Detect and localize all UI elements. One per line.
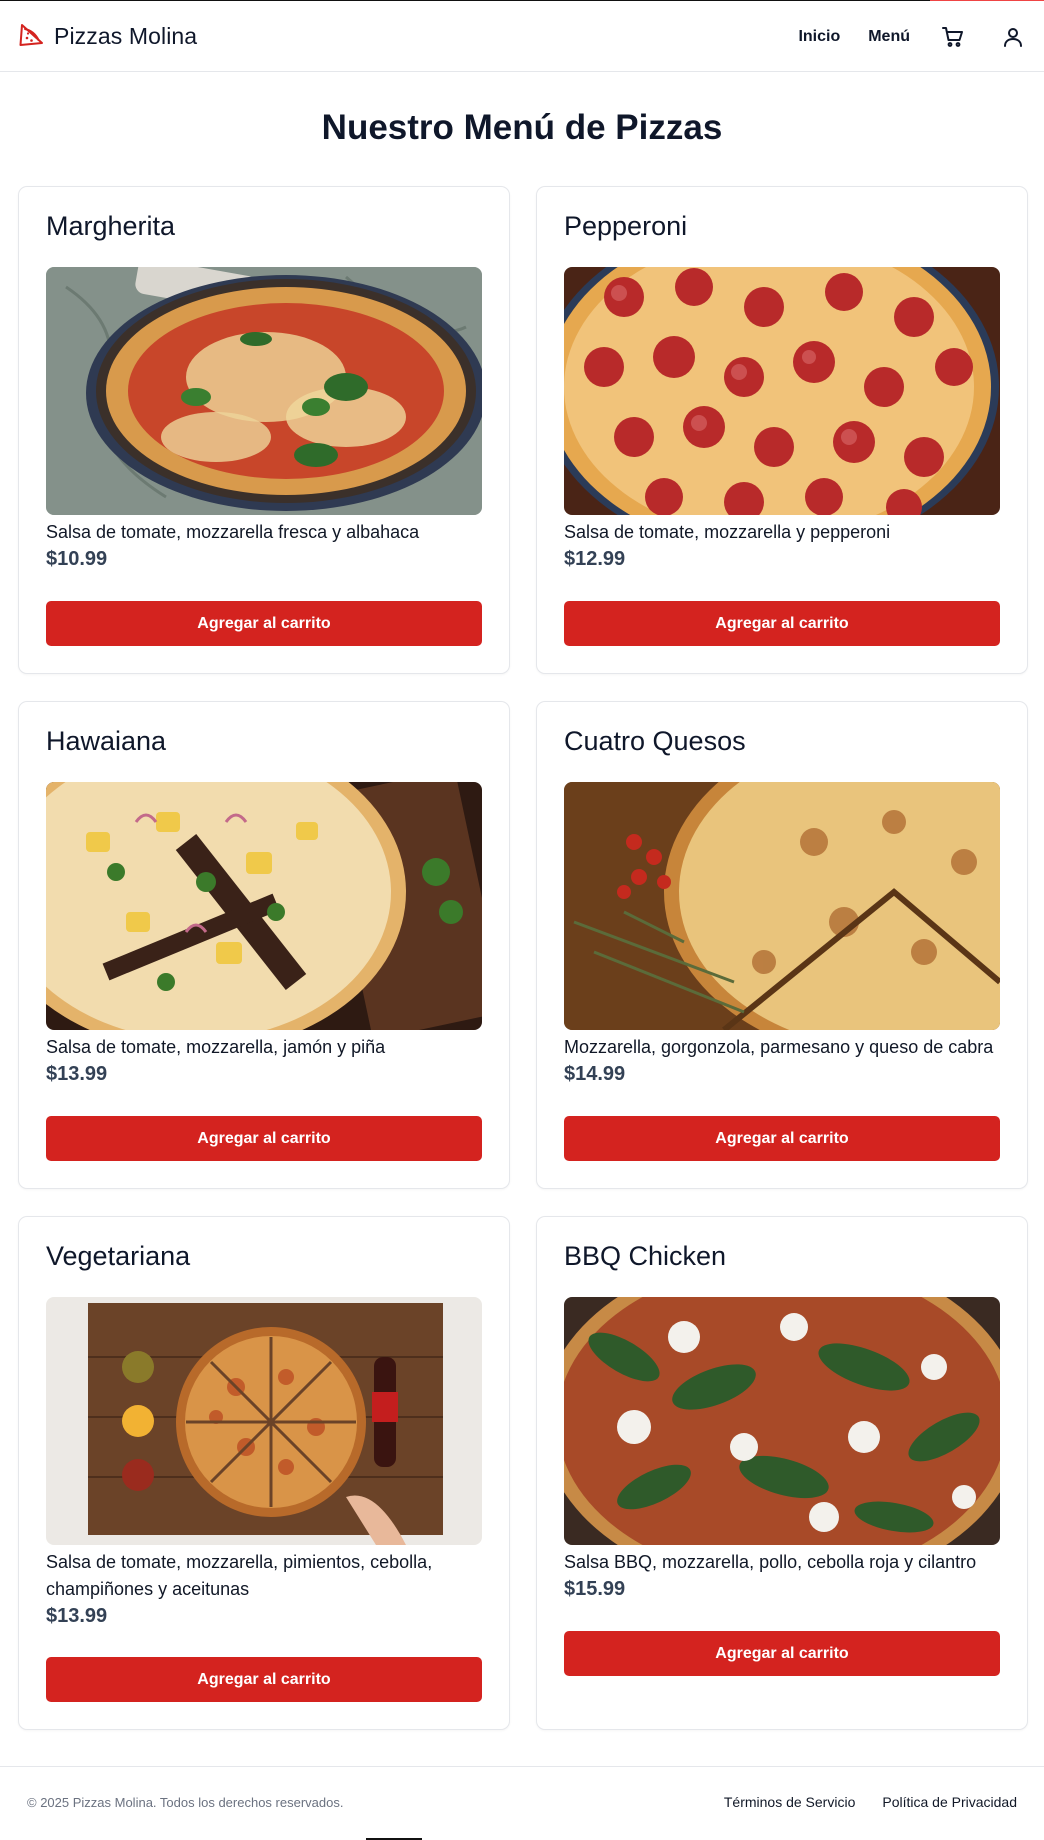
add-to-cart-button[interactable]: Agregar al carrito xyxy=(564,601,1000,646)
product-description: Mozzarella, gorgonzola, parmesano y ques… xyxy=(564,1037,994,1057)
product-card-pepperoni: Pepperoni Salsa de tomate, mozzarella y … xyxy=(536,186,1028,674)
add-to-cart-button[interactable]: Agregar al carrito xyxy=(564,1631,1000,1676)
product-description: Salsa de tomate, mozzarella, pimientos, … xyxy=(46,1552,433,1599)
product-image-vegetariana xyxy=(46,1297,482,1545)
product-description: Salsa BBQ, mozzarella, pollo, cebolla ro… xyxy=(564,1552,977,1572)
product-image-bbq-chicken xyxy=(564,1297,1000,1545)
product-card-bbq-chicken: BBQ Chicken Salsa BBQ, mozzarella, pollo… xyxy=(536,1216,1028,1730)
footer-links: Términos de Servicio Política de Privaci… xyxy=(724,1794,1017,1810)
navbar: Pizzas Molina Inicio Menú xyxy=(0,1,1044,72)
user-button[interactable] xyxy=(996,21,1030,53)
product-description: Salsa de tomate, mozzarella y pepperoni xyxy=(564,522,891,542)
product-card-vegetariana: Vegetariana Salsa de tomate, mozzarella,… xyxy=(18,1216,510,1730)
nav-links: Inicio Menú xyxy=(770,21,1030,53)
brand-name: Pizzas Molina xyxy=(54,23,198,49)
product-card-cuatro-quesos: Cuatro Quesos Mozzarella, gorgonzola, pa… xyxy=(536,701,1028,1189)
nav-link-inicio[interactable]: Inicio xyxy=(798,28,840,46)
product-image-hawaiana xyxy=(46,782,482,1030)
brand[interactable]: Pizzas Molina xyxy=(19,21,197,52)
product-name: Hawaiana xyxy=(46,726,167,756)
footer-link-terms[interactable]: Términos de Servicio xyxy=(724,1794,856,1810)
product-image-cuatro-quesos xyxy=(564,782,1000,1030)
product-name: Margherita xyxy=(46,211,176,241)
pizza-slice-icon xyxy=(19,21,45,52)
add-to-cart-button[interactable]: Agregar al carrito xyxy=(564,1116,1000,1161)
product-price: $10.99 xyxy=(46,548,108,570)
product-name: BBQ Chicken xyxy=(564,1241,727,1271)
product-name: Vegetariana xyxy=(46,1241,191,1271)
product-card-hawaiana: Hawaiana Salsa de tomate, mozzarella, ja… xyxy=(18,701,510,1189)
add-to-cart-button[interactable]: Agregar al carrito xyxy=(46,601,482,646)
cart-button[interactable] xyxy=(936,21,970,53)
cart-icon xyxy=(942,27,963,47)
copyright: © 2025 Pizzas Molina. Todos los derechos… xyxy=(27,1795,344,1810)
product-price: $14.99 xyxy=(564,1063,626,1085)
product-image-margherita xyxy=(46,267,482,515)
product-description: Salsa de tomate, mozzarella fresca y alb… xyxy=(46,522,420,542)
product-name: Cuatro Quesos xyxy=(564,726,746,756)
page-title: Nuestro Menú de Pizzas xyxy=(321,108,723,147)
product-description: Salsa de tomate, mozzarella, jamón y piñ… xyxy=(46,1037,386,1057)
add-to-cart-button[interactable]: Agregar al carrito xyxy=(46,1657,482,1702)
footer-link-privacy[interactable]: Política de Privacidad xyxy=(882,1794,1017,1810)
product-price: $15.99 xyxy=(564,1578,626,1600)
product-price: $13.99 xyxy=(46,1063,108,1085)
product-price: $13.99 xyxy=(46,1605,108,1627)
product-name: Pepperoni xyxy=(564,211,688,241)
product-image-pepperoni xyxy=(564,267,1000,515)
add-to-cart-button[interactable]: Agregar al carrito xyxy=(46,1116,482,1161)
product-card-margherita: Margherita Salsa de tomate, mozzarella f… xyxy=(18,186,510,674)
nav-link-menu[interactable]: Menú xyxy=(868,28,910,46)
footer: © 2025 Pizzas Molina. Todos los derechos… xyxy=(0,1766,1044,1840)
user-icon xyxy=(1004,28,1022,47)
product-price: $12.99 xyxy=(564,548,626,570)
